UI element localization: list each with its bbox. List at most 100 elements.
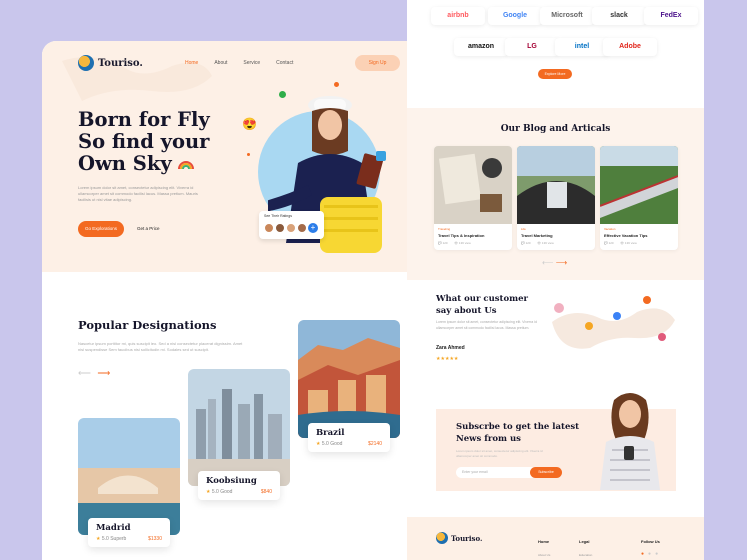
- nav-service[interactable]: Service: [243, 60, 260, 66]
- footer-link-education[interactable]: Education: [579, 553, 592, 557]
- twitter-icon[interactable]: ●: [641, 551, 644, 557]
- popular-title: Popular Designations: [78, 318, 217, 332]
- logo-icon: [78, 55, 94, 71]
- ratings-title: See Their Ratings: [264, 214, 292, 218]
- brand-intel: intel: [555, 38, 609, 56]
- blog-meta: 💬 120 👁 136 view: [604, 241, 637, 245]
- hero-title-line-2: So find your: [78, 130, 210, 153]
- destination-name: Madrid: [96, 523, 131, 533]
- brand-fedex: FedEx: [644, 7, 698, 25]
- blog-heading: Travel Tips & Inspiration: [438, 233, 485, 238]
- nav-links: Home About Service Contact: [185, 60, 293, 66]
- nav-home[interactable]: Home: [185, 60, 198, 66]
- destination-rating: ★ 5.0 Superb: [96, 536, 126, 542]
- popular-description: Nascetur ipsum porttitor mi, quis suscip…: [78, 341, 243, 352]
- hero-section: Touriso. Home About Service Contact Sign…: [42, 41, 436, 272]
- testimonial-title: What our customer say about Us: [436, 293, 528, 317]
- explore-more-button[interactable]: Explore More: [538, 69, 572, 79]
- ratings-widget[interactable]: See Their Ratings +: [259, 211, 324, 239]
- nav-about[interactable]: About: [214, 60, 227, 66]
- blog-meta: 💬 120 👁 136 view: [521, 241, 554, 245]
- brazil-image: [298, 320, 400, 438]
- brand-google: Google: [488, 7, 542, 25]
- brand-adobe: Adobe: [603, 38, 657, 56]
- blog-section: Our Blog and Articals Traveling Travel T…: [407, 108, 704, 280]
- plus-icon[interactable]: +: [308, 223, 318, 233]
- carousel-arrows: ⟵ ⟶: [78, 368, 110, 379]
- testimonial-stars: ★★★★★: [436, 356, 459, 362]
- blog-card[interactable]: Life Travel Marketing 💬 120 👁 136 view: [517, 146, 595, 250]
- ratings-avatars: +: [264, 223, 318, 233]
- arrow-right-icon[interactable]: ⟶: [97, 368, 110, 378]
- hero-title-line-3: Own Sky: [78, 152, 172, 175]
- subscribe-description: Lorem ipsum dolor sit amet, consectetur …: [456, 449, 543, 458]
- decor-dot-orange: [334, 82, 339, 87]
- subscribe-button[interactable]: Subscribe: [530, 467, 562, 478]
- arrow-right-icon[interactable]: ⟶: [556, 258, 567, 267]
- blog-category: Vacation: [604, 227, 616, 231]
- footer: Touriso. Home Legal Follow Us About Us E…: [407, 517, 704, 560]
- rating-text: 5.0 Superb: [101, 536, 127, 542]
- star-icon: ★: [206, 489, 211, 495]
- blog-card[interactable]: Vacation Effective Vacation Tips 💬 120 👁…: [600, 146, 678, 250]
- blog-card[interactable]: Traveling Travel Tips & Inspiration 💬 12…: [434, 146, 512, 250]
- blog-views: 136 view: [458, 241, 471, 245]
- signup-button[interactable]: Sign Up: [355, 55, 400, 71]
- logo-text: Touriso.: [98, 57, 143, 69]
- location-pin-icon: [658, 333, 666, 341]
- rainbow-icon: [178, 161, 195, 170]
- subscribe-title-line-2: News from us: [456, 434, 521, 444]
- brand-amazon: amazon: [454, 38, 508, 56]
- landing-page-main: Touriso. Home About Service Contact Sign…: [42, 41, 436, 560]
- destination-card-koobsiung[interactable]: Koobsiung ★ 5.0 Good $840: [198, 471, 280, 500]
- hero-title-line-3-wrap: Own Sky: [78, 153, 248, 175]
- brand-slack: slack: [592, 7, 646, 25]
- avatar: [286, 223, 296, 233]
- hero-description: Lorem ipsum dolor sit amet, consectetur …: [78, 185, 198, 202]
- star-icon: ★: [96, 536, 101, 542]
- blog-comments: 120: [442, 241, 448, 245]
- nav-contact[interactable]: Contact: [276, 60, 293, 66]
- facebook-icon[interactable]: ●: [648, 551, 651, 557]
- testimonial-title-line-1: What our customer: [436, 294, 529, 304]
- destination-card-brazil[interactable]: Brazil ★ 5.0 Good $2140: [308, 423, 390, 452]
- hero-title-line-1: Born for Fly: [78, 108, 210, 131]
- avatar: [275, 223, 285, 233]
- avatar: [297, 223, 307, 233]
- subscribe-title-line-1: Subscrbe to get the latest: [456, 422, 580, 432]
- rating-text: 5.0 Good: [211, 489, 233, 495]
- location-pin-icon: [643, 296, 651, 304]
- footer-link-about[interactable]: About Us: [538, 553, 550, 557]
- blog-views: 136 view: [624, 241, 637, 245]
- brand-airbnb: airbnb: [431, 7, 485, 25]
- instagram-icon[interactable]: ●: [655, 551, 658, 557]
- footer-logo[interactable]: Touriso.: [436, 532, 482, 544]
- footer-logo-text: Touriso.: [451, 533, 483, 543]
- go-explorations-button[interactable]: Go Explorations: [78, 221, 124, 237]
- avatar: [264, 223, 274, 233]
- logo[interactable]: Touriso.: [78, 55, 143, 71]
- arrow-left-icon[interactable]: ⟵: [542, 258, 553, 267]
- brazil-photo[interactable]: [298, 320, 400, 438]
- footer-col-home: Home: [538, 539, 550, 544]
- destination-meta: ★ 5.0 Good $840: [206, 489, 272, 495]
- decor-dot-small: [247, 153, 250, 156]
- koobsiung-image: [188, 369, 290, 486]
- world-map-pins: [552, 296, 675, 349]
- subscribe-title: Subscrbe to get the latest News from us: [456, 421, 579, 445]
- top-nav: Touriso. Home About Service Contact Sign…: [78, 55, 418, 73]
- footer-col-legal: Legal: [579, 539, 590, 544]
- testimonial-title-line-2: say about Us: [436, 306, 497, 316]
- get-price-link[interactable]: Get a Price: [137, 221, 160, 237]
- blog-image-vacation-tips: [600, 146, 678, 224]
- destination-rating: ★ 5.0 Good: [206, 489, 232, 495]
- social-icons: ● ● ●: [641, 551, 658, 557]
- rating-text: 5.0 Good: [321, 441, 343, 447]
- destination-name: Brazil: [316, 428, 345, 438]
- arrow-left-icon[interactable]: ⟵: [78, 368, 91, 378]
- destination-price: $2140: [368, 441, 382, 447]
- destination-card-madrid[interactable]: Madrid ★ 5.0 Superb $1330: [88, 518, 170, 547]
- location-pin-icon: [613, 312, 621, 320]
- koobsiung-photo[interactable]: [188, 369, 290, 486]
- destination-price: $1330: [148, 536, 162, 542]
